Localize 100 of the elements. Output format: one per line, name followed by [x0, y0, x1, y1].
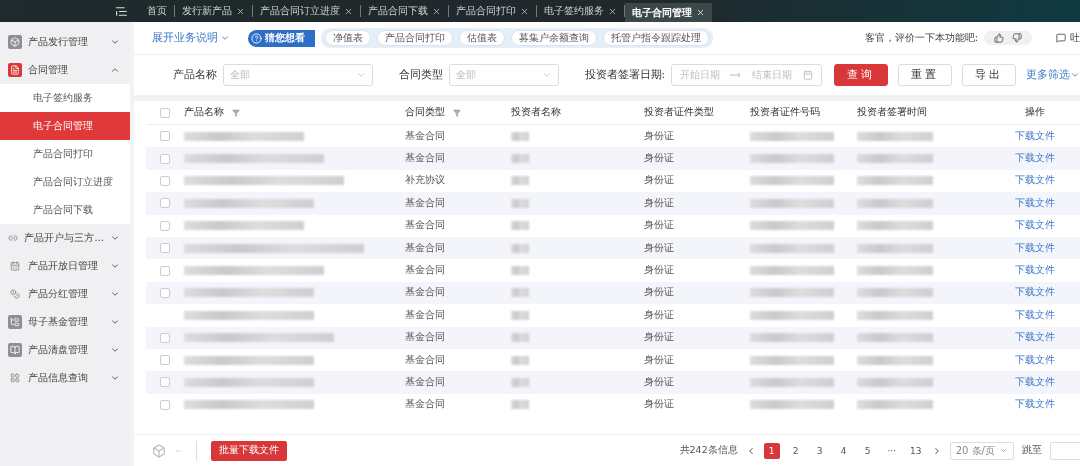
sidebar-item[interactable]: 合同管理 [0, 56, 130, 84]
page-number[interactable]: 1 [763, 442, 780, 459]
feedback-link[interactable]: 吐 [1056, 31, 1080, 45]
table-cell-text: 身份证 [644, 286, 675, 300]
page-number[interactable]: ··· [883, 442, 900, 459]
download-link[interactable]: 下载文件 [1014, 219, 1055, 233]
suggestion-chip[interactable]: 产品合同打印 [377, 30, 453, 46]
sidebar-item[interactable]: 产品清盘管理 [0, 336, 130, 364]
download-link[interactable]: 下载文件 [1014, 331, 1055, 345]
suggestion-chip[interactable]: 净值表 [325, 30, 371, 46]
tab[interactable]: 产品合同下载 [361, 5, 449, 17]
batch-download-button[interactable]: 批量下载文件 [211, 440, 287, 461]
download-link[interactable]: 下载文件 [1014, 174, 1055, 188]
table-cell-text: 身份证 [644, 264, 675, 278]
more-filters-link[interactable]: 更多筛选 [1026, 68, 1080, 82]
action-button[interactable]: 重置 [898, 64, 952, 86]
close-icon[interactable] [344, 6, 353, 16]
expand-link[interactable]: 展开业务说明 [152, 31, 230, 45]
blurred-value [511, 310, 529, 320]
box-icon [8, 35, 22, 49]
filter-icon[interactable] [453, 108, 461, 117]
sidebar-item[interactable]: 产品开放日管理 [0, 252, 130, 280]
tab[interactable]: 发行新产品 [175, 5, 253, 17]
page-number[interactable]: 3 [811, 442, 828, 459]
sidebar-item[interactable]: 产品开户与三方... [0, 224, 130, 252]
checkbox[interactable] [160, 131, 170, 142]
suggestion-chip[interactable]: 托管户指令跟踪处理 [603, 30, 709, 46]
suggestion-chip[interactable]: 募集户余额查询 [511, 30, 597, 46]
tab[interactable]: 电子合同管理 [625, 3, 712, 22]
checkbox[interactable] [160, 243, 170, 254]
blurred-value [511, 243, 529, 253]
checkbox[interactable] [160, 153, 170, 164]
page-number[interactable]: 5 [859, 442, 876, 459]
suggestion-label: 猜您想看 [248, 29, 315, 47]
table-cell-text: 基金合同 [405, 353, 446, 367]
caret-down-icon [1070, 70, 1080, 80]
checkbox[interactable] [160, 332, 170, 343]
checkbox[interactable] [160, 355, 170, 366]
checkbox[interactable] [160, 220, 170, 231]
download-link[interactable]: 下载文件 [1014, 129, 1055, 143]
page-size-select[interactable]: 20 条/页 [949, 441, 1014, 460]
column-header: 合同类型 [405, 106, 445, 119]
download-link[interactable]: 下载文件 [1014, 376, 1055, 389]
table-cell-text: 基金合同 [405, 331, 446, 345]
download-link[interactable]: 下载文件 [1014, 308, 1055, 322]
download-link[interactable]: 下载文件 [1014, 398, 1055, 412]
checkbox[interactable] [160, 198, 170, 209]
sidebar-item[interactable]: 母子基金管理 [0, 308, 130, 336]
query-button[interactable]: 查询 [834, 64, 888, 86]
table-cell-text: 基金合同 [405, 152, 446, 166]
download-link[interactable]: 下载文件 [1014, 353, 1055, 367]
checkbox[interactable] [160, 107, 170, 118]
jump-label: 跳至 [1022, 444, 1042, 457]
page-number[interactable]: 2 [787, 442, 804, 459]
checkbox[interactable] [160, 175, 170, 186]
sidebar-item[interactable]: 产品发行管理 [0, 28, 130, 56]
close-icon[interactable] [432, 6, 441, 16]
table-cell-text: 身份证 [644, 398, 675, 412]
jump-input[interactable] [1050, 441, 1080, 460]
sidebar-item[interactable]: 产品信息查询 [0, 364, 130, 392]
blurred-value [511, 131, 529, 141]
grid-icon [8, 371, 22, 385]
table-cell-text: 基金合同 [405, 264, 446, 278]
suggestion-chip[interactable]: 估值表 [459, 30, 505, 46]
chevron-down-icon [356, 70, 367, 80]
sidebar-subitem[interactable]: 电子合同管理 [0, 112, 130, 140]
tab[interactable]: 产品合同订立进度 [253, 5, 361, 17]
tab[interactable]: 首页 [140, 5, 175, 17]
table-cell-text: 补充协议 [405, 174, 446, 188]
sidebar-item[interactable]: 产品分红管理 [0, 280, 130, 308]
checkbox[interactable] [160, 287, 170, 298]
download-link[interactable]: 下载文件 [1014, 286, 1055, 300]
column-header: 投资者签署时间 [857, 106, 927, 119]
filter-icon[interactable] [232, 108, 240, 117]
close-icon[interactable] [696, 8, 705, 17]
download-link[interactable]: 下载文件 [1014, 196, 1055, 210]
document-icon [8, 63, 22, 77]
download-link[interactable]: 下载文件 [1014, 152, 1055, 166]
close-icon[interactable] [608, 6, 617, 16]
table-cell-text: 基金合同 [405, 219, 446, 233]
action-button[interactable]: 导出 [962, 64, 1016, 86]
table-cell-text: 身份证 [644, 376, 675, 389]
download-link[interactable]: 下载文件 [1014, 264, 1055, 278]
table-cell-text: 基金合同 [405, 398, 446, 412]
checkbox[interactable] [160, 377, 170, 388]
close-icon[interactable] [236, 6, 245, 16]
table-cell-text: 基金合同 [405, 286, 446, 300]
checkbox[interactable] [160, 399, 170, 410]
blurred-value [511, 288, 529, 298]
page-number[interactable]: 4 [835, 442, 852, 459]
table-cell-text: 基金合同 [405, 241, 446, 255]
download-link[interactable]: 下载文件 [1014, 241, 1055, 255]
field-label: 合同类型 [399, 68, 444, 82]
close-icon[interactable] [520, 6, 529, 16]
page-number[interactable]: 13 [907, 442, 924, 459]
checkbox[interactable] [160, 265, 170, 276]
total-count: 共242条信息 [679, 444, 738, 457]
tab[interactable]: 产品合同打印 [449, 5, 537, 17]
thumbs-down-icon[interactable] [1012, 33, 1022, 43]
thumbs-up-icon[interactable] [994, 33, 1004, 43]
